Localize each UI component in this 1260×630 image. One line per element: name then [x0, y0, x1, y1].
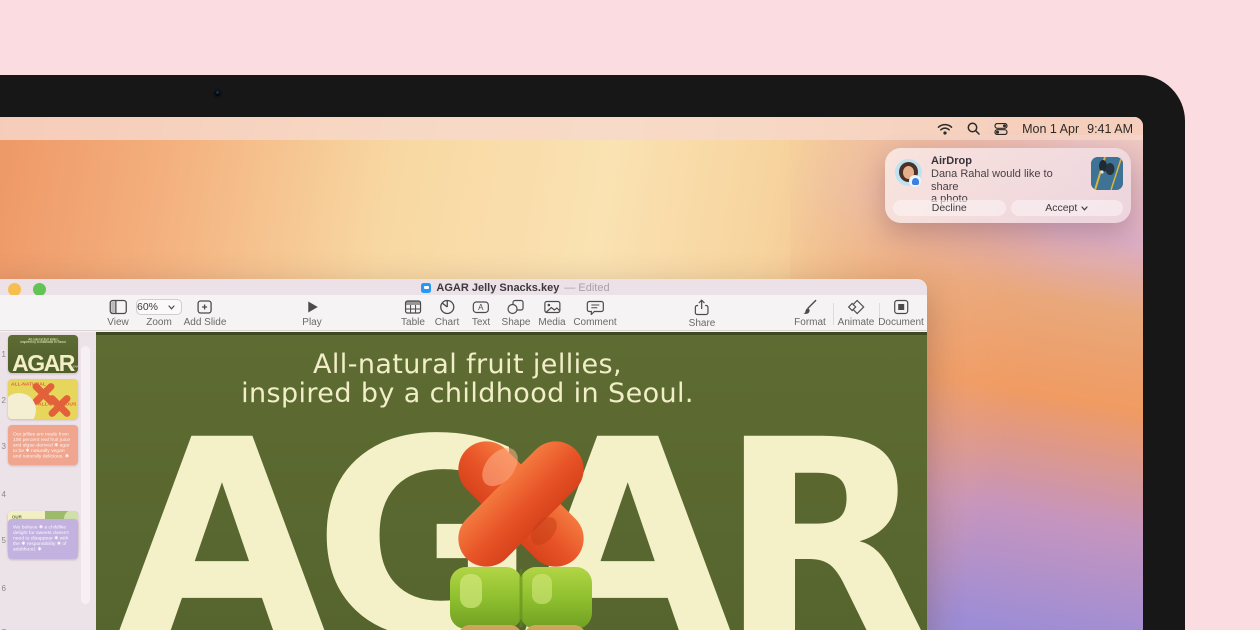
- decline-button[interactable]: Decline: [893, 200, 1006, 216]
- slide-number: 3: [0, 442, 6, 451]
- share-label: Share: [689, 318, 716, 329]
- media-button[interactable]: Media: [538, 299, 565, 328]
- jelly-stack-graphic: [440, 427, 602, 630]
- view-button[interactable]: View: [107, 299, 129, 328]
- jelly-x: [447, 430, 595, 578]
- accept-button[interactable]: Accept: [1011, 200, 1124, 216]
- document-button[interactable]: Document: [878, 299, 924, 328]
- headline-line-1: All-natural fruit jellies,: [96, 350, 883, 379]
- keynote-window: AGAR Jelly Snacks.key — Edited View 60% …: [0, 279, 927, 630]
- thumb2-text-top: ALL-NATURAL: [11, 381, 78, 387]
- share-button[interactable]: Share: [689, 299, 716, 329]
- shared-photo-thumbnail: [1091, 157, 1123, 190]
- notification-message-line1: Dana Rahal would like to share: [931, 168, 1081, 193]
- format-button[interactable]: Format: [794, 299, 826, 328]
- decline-label: Decline: [932, 202, 967, 214]
- animate-button[interactable]: Animate: [838, 299, 875, 328]
- text-label: Text: [472, 317, 490, 328]
- menu-bar-date: Mon 1 Apr: [1022, 122, 1079, 136]
- shape-icon: [507, 299, 525, 315]
- slide-number: 5: [0, 536, 6, 545]
- thumb1-headline2: inspired by a childhood in Seoul.: [20, 340, 66, 344]
- chart-button[interactable]: Chart: [435, 299, 459, 328]
- window-title: AGAR Jelly Snacks.key — Edited: [44, 282, 927, 294]
- menu-bar-clock[interactable]: Mon 1 Apr 9:41 AM: [1022, 122, 1133, 136]
- document-label: Document: [878, 317, 924, 328]
- window-titlebar[interactable]: AGAR Jelly Snacks.key — Edited: [0, 279, 927, 295]
- animate-icon: [847, 299, 865, 315]
- table-label: Table: [401, 317, 425, 328]
- document-title: AGAR Jelly Snacks.key: [436, 282, 559, 294]
- media-icon: [543, 299, 561, 315]
- thumb1-corner-right: SNACK: [73, 365, 78, 368]
- play-label: Play: [302, 317, 321, 328]
- notification-title: AirDrop: [931, 155, 1081, 167]
- shape-button[interactable]: Shape: [502, 299, 531, 328]
- thumb2-text-bottom: ALL-DELICIOUS: [38, 401, 78, 407]
- animate-label: Animate: [838, 317, 875, 328]
- zoom-chevron-icon: [168, 305, 175, 310]
- text-icon: A: [472, 299, 490, 315]
- slide-navigator: 1 All-natural fruit jellies, inspired by…: [0, 332, 96, 630]
- slide-number: 1: [0, 350, 6, 359]
- keynote-app-icon: [421, 283, 431, 293]
- media-label: Media: [538, 317, 565, 328]
- slide-thumbnail-3[interactable]: Our jellies are made from 100 percent re…: [8, 425, 78, 465]
- play-button[interactable]: Play: [302, 299, 321, 328]
- slide-number: 2: [0, 396, 6, 405]
- document-icon: [893, 299, 909, 315]
- thumb1-corner-left: JELLY: [17, 365, 26, 368]
- comment-button[interactable]: Comment: [573, 299, 616, 328]
- zoom-value: 60%: [137, 301, 158, 313]
- accept-label: Accept: [1045, 202, 1077, 214]
- sidebar-view-icon: [109, 299, 127, 315]
- menu-bar-time: 9:41 AM: [1087, 122, 1133, 136]
- thumb1-big-text: AGAR: [8, 353, 78, 373]
- svg-text:A: A: [478, 303, 484, 312]
- format-label: Format: [794, 317, 826, 328]
- toolbar-separator: [833, 303, 834, 325]
- add-slide-icon: [196, 299, 214, 315]
- zoom-label: Zoom: [136, 317, 182, 328]
- zoom-control[interactable]: 60% Zoom: [136, 299, 182, 328]
- add-slide-label: Add Slide: [184, 317, 227, 328]
- chevron-down-icon: [1081, 206, 1088, 211]
- slide-thumbnail-1[interactable]: All-natural fruit jellies, inspired by a…: [8, 335, 78, 373]
- airdrop-notification[interactable]: AirDrop Dana Rahal would like to share a…: [885, 148, 1131, 223]
- chart-icon: [438, 299, 455, 315]
- airdrop-badge-icon: [909, 175, 921, 187]
- menu-bar: Mon 1 Apr 9:41 AM: [0, 117, 1143, 140]
- slide-number: 4: [0, 490, 6, 499]
- slide-number: 6: [0, 584, 6, 593]
- mac-display-bezel: Mon 1 Apr 9:41 AM AirDrop Dana Rahal wou…: [0, 75, 1185, 630]
- add-slide-button[interactable]: Add Slide: [184, 299, 227, 328]
- wifi-icon[interactable]: [937, 123, 953, 135]
- comment-icon: [586, 299, 604, 315]
- share-icon: [694, 299, 710, 316]
- play-icon: [305, 299, 319, 315]
- view-label: View: [107, 317, 129, 328]
- comment-label: Comment: [573, 317, 616, 328]
- table-icon: [404, 299, 422, 315]
- keynote-toolbar: View 60% Zoom Add Slide Play: [0, 295, 927, 331]
- format-icon: [801, 299, 818, 315]
- facetime-camera: [213, 89, 222, 98]
- slide-thumbnail-2[interactable]: ALL-NATURAL ALL-DELICIOUS: [8, 379, 78, 419]
- sidebar-scrollbar[interactable]: [81, 346, 90, 604]
- slide-canvas[interactable]: All-natural fruit jellies, inspired by a…: [96, 332, 927, 630]
- mac-screen: Mon 1 Apr 9:41 AM AirDrop Dana Rahal wou…: [0, 117, 1143, 630]
- shape-label: Shape: [502, 317, 531, 328]
- control-center-icon[interactable]: [994, 123, 1008, 135]
- table-button[interactable]: Table: [401, 299, 425, 328]
- jelly-green-cubes: [450, 567, 592, 629]
- thumb5-text: We believe ✱ a childlike delight for swe…: [13, 524, 74, 552]
- text-button[interactable]: A Text: [472, 299, 490, 328]
- thumb3-text: Our jellies are made from 100 percent re…: [13, 431, 74, 459]
- search-icon[interactable]: [967, 122, 980, 135]
- chart-label: Chart: [435, 317, 459, 328]
- slide-thumbnail-5[interactable]: We believe ✱ a childlike delight for swe…: [8, 519, 78, 559]
- edited-status: — Edited: [564, 282, 609, 294]
